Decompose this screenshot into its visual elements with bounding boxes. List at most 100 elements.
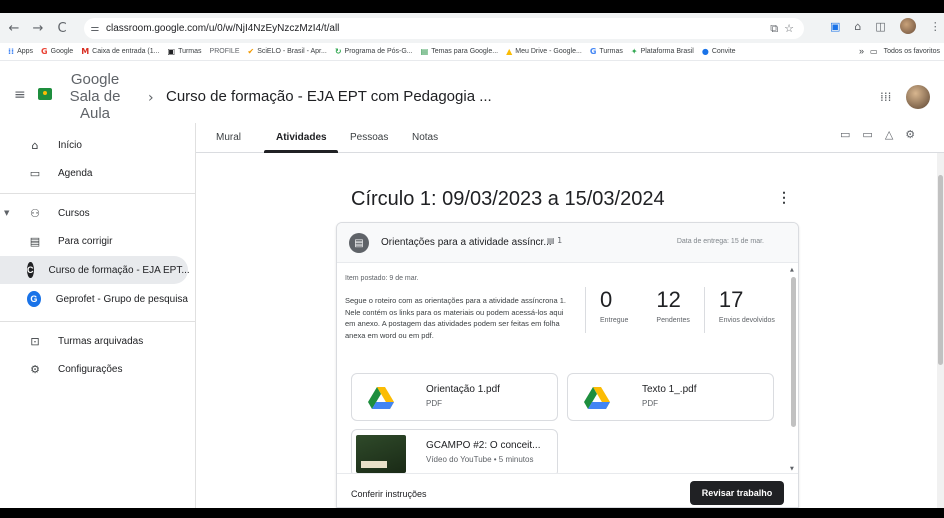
comments-count: ▤ 1: [547, 236, 563, 245]
assignment-card: ▤ Orientações para a atividade assíncr..…: [336, 222, 799, 508]
site-info-icon[interactable]: ⚌: [84, 23, 106, 34]
course-avatar-c: C: [27, 262, 34, 278]
reload-button[interactable]: C: [52, 18, 72, 38]
sheets-icon: ▤: [420, 47, 429, 56]
course-avatar-g: G: [27, 291, 41, 307]
attachment-video[interactable]: GCAMPO #2: O conceit... Vídeo do YouTube…: [351, 429, 558, 473]
view-instructions-link[interactable]: Conferir instruções: [351, 489, 427, 499]
bookmark-scielo[interactable]: ✔ SciELO - Brasil - Apr...: [247, 47, 326, 56]
card-scrollbar-thumb[interactable]: [791, 277, 796, 427]
sidebar: ⌂ Início ▭ Agenda ▼ ⚇ Cursos ▤ Para corr…: [0, 123, 196, 508]
bookmarks-bar: ⁞⁞ Apps G Google M Caixa de entrada (1... ▣…: [0, 43, 944, 61]
folder-icon: ▭: [870, 46, 878, 56]
chrome-menu-icon[interactable]: ⋮: [930, 20, 941, 33]
bookmark-turmas[interactable]: ▣ Turmas: [168, 47, 202, 56]
drive-icon: [352, 374, 410, 420]
settings-icon: ⚙: [30, 362, 40, 376]
page-scrollbar[interactable]: [937, 153, 944, 508]
scroll-up-icon[interactable]: ▲: [790, 267, 794, 273]
scroll-down-icon[interactable]: ▼: [790, 466, 794, 472]
review-work-button[interactable]: Revisar trabalho: [690, 481, 784, 505]
calendar-icon: ▭: [29, 166, 41, 180]
google-icon: G: [589, 47, 597, 56]
video-thumbnail-image: [356, 435, 406, 473]
card-scrollbar[interactable]: ▲ ▼: [790, 267, 796, 472]
topic-more-icon[interactable]: ⋮: [777, 189, 791, 206]
sidebar-divider: [0, 321, 196, 322]
assignment-title[interactable]: Orientações para a atividade assíncr...: [381, 237, 552, 248]
extensions-puzzle-icon[interactable]: ⌂: [854, 20, 861, 33]
more-bookmarks-button[interactable]: »: [859, 46, 864, 56]
meet-video-icon[interactable]: ▭: [840, 128, 850, 141]
assignment-header[interactable]: ▤ Orientações para a atividade assíncr..…: [337, 223, 798, 263]
account-avatar[interactable]: [906, 85, 930, 109]
stat-envios-devolvidos[interactable]: 17 Envios devolvidos: [703, 287, 789, 333]
extension-icon[interactable]: ▣: [830, 20, 840, 33]
class-settings-icon[interactable]: ⚙: [905, 128, 915, 141]
sidebar-item-turmas-arquivadas[interactable]: ⊡ Turmas arquivadas: [0, 327, 188, 355]
assignment-body: Item postado: 9 de mar. Segue o roteiro …: [345, 263, 789, 473]
bookmark-gmail[interactable]: M Caixa de entrada (1...: [81, 47, 159, 56]
browser-window: ← → C ⚌ classroom.google.com/u/0/w/NjI4N…: [0, 13, 944, 508]
classroom-header: ≡ Google Sala de Aula › Curso de formaçã…: [0, 61, 944, 123]
scielo-icon: ✔: [247, 47, 255, 56]
submission-stats: 0 Entregue 12 Pendentes 17 Envios devolv…: [585, 287, 789, 339]
drive-folder-icon[interactable]: △: [885, 128, 893, 141]
people-icon: ⚇: [30, 206, 40, 220]
youtube-thumbnail: [352, 430, 410, 473]
profile-avatar[interactable]: [899, 18, 916, 34]
sidebar-item-inicio[interactable]: ⌂ Início: [0, 131, 188, 159]
bookmark-google[interactable]: G Google: [41, 47, 73, 56]
stat-pendentes[interactable]: 12 Pendentes: [642, 287, 703, 333]
scrollbar-thumb[interactable]: [938, 175, 943, 365]
forward-button[interactable]: →: [28, 18, 48, 38]
sidebar-divider: [0, 193, 196, 194]
stat-entregue[interactable]: 0 Entregue: [585, 287, 642, 333]
sidebar-item-para-corrigir[interactable]: ▤ Para corrigir: [0, 227, 188, 255]
bookmark-plataforma[interactable]: ✦ Plataforma Brasil: [631, 47, 694, 56]
drive-icon: [568, 374, 626, 420]
bookmark-temas[interactable]: ▤ Temas para Google...: [421, 47, 499, 56]
classroom-logo-icon[interactable]: [38, 88, 52, 100]
bookmark-capes[interactable]: ↻ Programa de Pós-G...: [335, 47, 413, 56]
translate-icon[interactable]: ⧉: [770, 22, 778, 36]
brand-name[interactable]: Google Sala de Aula: [60, 71, 130, 122]
star-icon[interactable]: ☆: [784, 22, 794, 36]
bookmark-convite[interactable]: ● Convite: [702, 47, 736, 56]
classroom-icon: ▣: [167, 47, 176, 56]
course-title[interactable]: Curso de formação - EJA EPT com Pedagogi…: [166, 88, 492, 105]
side-panel-icon[interactable]: ◫: [875, 20, 885, 33]
drive-icon: ▲: [506, 47, 513, 56]
main-menu-icon[interactable]: ≡: [14, 87, 26, 103]
bookmark-apps[interactable]: ⁞⁞ Apps: [8, 47, 33, 56]
all-bookmarks-link[interactable]: Todos os favoritos: [884, 48, 940, 55]
assignment-icon: ▤: [349, 233, 369, 253]
sidebar-item-curso-formacao[interactable]: C Curso de formação - EJA EPT...: [0, 256, 190, 284]
back-button[interactable]: ←: [4, 18, 24, 38]
topic-title: Círculo 1: 09/03/2023 a 15/03/2024: [351, 188, 665, 210]
tab-notas[interactable]: Notas: [412, 132, 438, 143]
tab-pessoas[interactable]: Pessoas: [350, 132, 388, 143]
address-bar[interactable]: ⚌ classroom.google.com/u/0/w/NjI4NzEyNzc…: [84, 18, 804, 39]
bookmark-turmas-google[interactable]: G Turmas: [590, 47, 623, 56]
sidebar-item-agenda[interactable]: ▭ Agenda: [0, 159, 188, 187]
convite-icon: ●: [701, 47, 709, 56]
google-icon: G: [41, 47, 48, 56]
sidebar-item-cursos[interactable]: ⚇ Cursos: [0, 199, 188, 227]
bookmark-profile[interactable]: PROFILE: [210, 48, 240, 55]
tab-mural[interactable]: Mural: [216, 132, 241, 143]
breadcrumb-chevron-icon: ›: [148, 90, 154, 106]
sidebar-item-geprofet[interactable]: G Geprofet - Grupo de pesquisa: [0, 285, 188, 313]
plataforma-icon: ✦: [630, 47, 638, 56]
tab-atividades[interactable]: Atividades: [276, 132, 327, 143]
sidebar-item-configuracoes[interactable]: ⚙ Configurações: [0, 355, 188, 383]
calendar-icon[interactable]: ▭: [862, 128, 872, 141]
comment-icon: ▤: [547, 236, 555, 245]
capes-icon: ↻: [334, 47, 342, 56]
google-apps-icon[interactable]: ⁞⁞⁞: [880, 90, 891, 104]
bookmark-drive[interactable]: ▲ Meu Drive - Google...: [506, 47, 582, 56]
todo-folder-icon: ▤: [29, 234, 41, 248]
attachment-orientacao[interactable]: Orientação 1.pdf PDF: [351, 373, 558, 421]
home-icon: ⌂: [31, 138, 39, 152]
attachment-texto[interactable]: Texto 1_.pdf PDF: [567, 373, 774, 421]
